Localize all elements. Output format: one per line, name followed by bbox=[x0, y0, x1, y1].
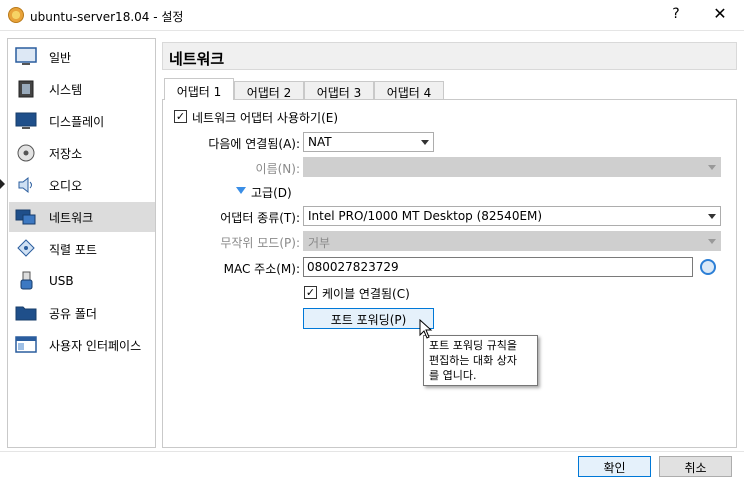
sidebar-item-label: 일반 bbox=[49, 50, 72, 65]
sidebar-item-label: 디스플레이 bbox=[49, 114, 105, 129]
tooltip-line: 편집하는 대화 상자 bbox=[429, 354, 517, 367]
cable-connected-checkbox[interactable]: ✓ bbox=[304, 286, 317, 299]
adapter-type-label: 어댑터 종류(T): bbox=[220, 211, 300, 225]
enable-adapter-label: 네트워크 어댑터 사용하기(E) bbox=[192, 111, 339, 125]
tooltip-line: 를 엽니다. bbox=[429, 369, 477, 382]
mac-address-field[interactable]: 080027823729 bbox=[303, 257, 693, 277]
tab-adapter-3[interactable]: 어댑터 3 bbox=[304, 81, 374, 100]
tab-adapter-1[interactable]: 어댑터 1 bbox=[164, 78, 234, 100]
sidebar-item-serial-port[interactable]: 직렬 포트 bbox=[9, 234, 155, 264]
edge-marker-icon bbox=[0, 179, 5, 189]
virtualbox-app-icon bbox=[8, 7, 24, 23]
title-bar: ubuntu-server18.04 - 설정 ? ✕ bbox=[0, 0, 744, 31]
sidebar-item-user-interface[interactable]: 사용자 인터페이스 bbox=[9, 330, 155, 360]
sidebar-item-label: 시스템 bbox=[49, 82, 83, 97]
window-title: ubuntu-server18.04 - 설정 bbox=[30, 10, 184, 24]
sidebar-item-general[interactable]: 일반 bbox=[9, 42, 155, 72]
sidebar-item-display[interactable]: 디스플레이 bbox=[9, 106, 155, 136]
sidebar-item-network[interactable]: 네트워크 bbox=[9, 202, 155, 232]
adapter-type-select[interactable]: Intel PRO/1000 MT Desktop (82540EM) bbox=[303, 206, 721, 226]
sidebar-item-label: 사용자 인터페이스 bbox=[49, 338, 142, 353]
sidebar-item-usb[interactable]: USB bbox=[9, 266, 155, 296]
ok-button[interactable]: 확인 bbox=[578, 456, 651, 477]
user-interface-icon bbox=[15, 334, 37, 356]
attached-to-select[interactable]: NAT bbox=[303, 132, 434, 152]
promiscuous-label: 무작위 모드(P): bbox=[220, 236, 300, 250]
cable-connected-label: 케이블 연결됨(C) bbox=[322, 287, 410, 301]
chevron-down-icon bbox=[708, 239, 716, 244]
shared-folder-icon bbox=[15, 302, 37, 324]
serial-port-icon bbox=[15, 238, 37, 260]
footer-divider bbox=[0, 451, 744, 452]
port-forwarding-tooltip: 포트 포워딩 규칙을 편집하는 대화 상자 를 엽니다. bbox=[423, 335, 538, 386]
sidebar-item-storage[interactable]: 저장소 bbox=[9, 138, 155, 168]
network-icon bbox=[15, 206, 37, 228]
expand-triangle-icon[interactable] bbox=[236, 187, 246, 194]
sidebar-item-label: 네트워크 bbox=[49, 210, 94, 225]
sidebar-item-label: 저장소 bbox=[49, 146, 83, 161]
tab-adapter-4[interactable]: 어댑터 4 bbox=[374, 81, 444, 100]
help-button[interactable]: ? bbox=[666, 6, 686, 22]
system-icon bbox=[15, 78, 37, 100]
sidebar-item-label: 공유 폴더 bbox=[49, 306, 97, 321]
attached-to-value: NAT bbox=[308, 135, 332, 149]
chevron-down-icon bbox=[421, 140, 429, 145]
name-label: 이름(N): bbox=[255, 162, 300, 176]
enable-adapter-checkbox[interactable]: ✓ bbox=[174, 110, 187, 123]
display-icon bbox=[15, 110, 37, 132]
adapter-type-value: Intel PRO/1000 MT Desktop (82540EM) bbox=[308, 209, 543, 223]
advanced-toggle[interactable]: 고급(D) bbox=[251, 184, 292, 201]
promiscuous-select[interactable]: 거부 bbox=[303, 231, 721, 251]
usb-icon bbox=[15, 270, 37, 292]
name-select[interactable] bbox=[303, 157, 721, 177]
adapter-panel: ✓ 네트워크 어댑터 사용하기(E) 다음에 연결됨(A): NAT 이름(N)… bbox=[162, 99, 737, 448]
settings-sidebar: 일반 시스템 디스플레이 저장소 오디오 네트워크 직렬 포트 USB 공유 폴… bbox=[7, 38, 156, 448]
sidebar-item-label: 직렬 포트 bbox=[49, 242, 97, 257]
tooltip-line: 포트 포워딩 규칙을 bbox=[429, 339, 517, 352]
sidebar-item-shared-folders[interactable]: 공유 폴더 bbox=[9, 298, 155, 328]
sidebar-item-label: USB bbox=[49, 274, 74, 288]
cancel-button[interactable]: 취소 bbox=[659, 456, 732, 477]
attached-to-label: 다음에 연결됨(A): bbox=[208, 137, 300, 151]
tab-adapter-2[interactable]: 어댑터 2 bbox=[234, 81, 304, 100]
audio-icon bbox=[15, 174, 37, 196]
port-forwarding-button[interactable]: 포트 포워딩(P) bbox=[303, 308, 434, 329]
chevron-down-icon bbox=[708, 165, 716, 170]
sidebar-item-label: 오디오 bbox=[49, 178, 83, 193]
settings-content: 네트워크 어댑터 1 어댑터 2 어댑터 3 어댑터 4 ✓ 네트워크 어댑터 … bbox=[162, 38, 737, 448]
mouse-cursor-icon bbox=[419, 319, 433, 339]
sidebar-item-audio[interactable]: 오디오 bbox=[9, 170, 155, 200]
page-title: 네트워크 bbox=[162, 42, 737, 70]
promiscuous-value: 거부 bbox=[308, 236, 331, 250]
sidebar-item-system[interactable]: 시스템 bbox=[9, 74, 155, 104]
mac-label: MAC 주소(M): bbox=[223, 262, 300, 276]
refresh-mac-icon[interactable] bbox=[700, 259, 716, 275]
close-button[interactable]: ✕ bbox=[708, 4, 732, 23]
storage-icon bbox=[15, 142, 37, 164]
general-icon bbox=[15, 46, 37, 68]
chevron-down-icon bbox=[708, 214, 716, 219]
